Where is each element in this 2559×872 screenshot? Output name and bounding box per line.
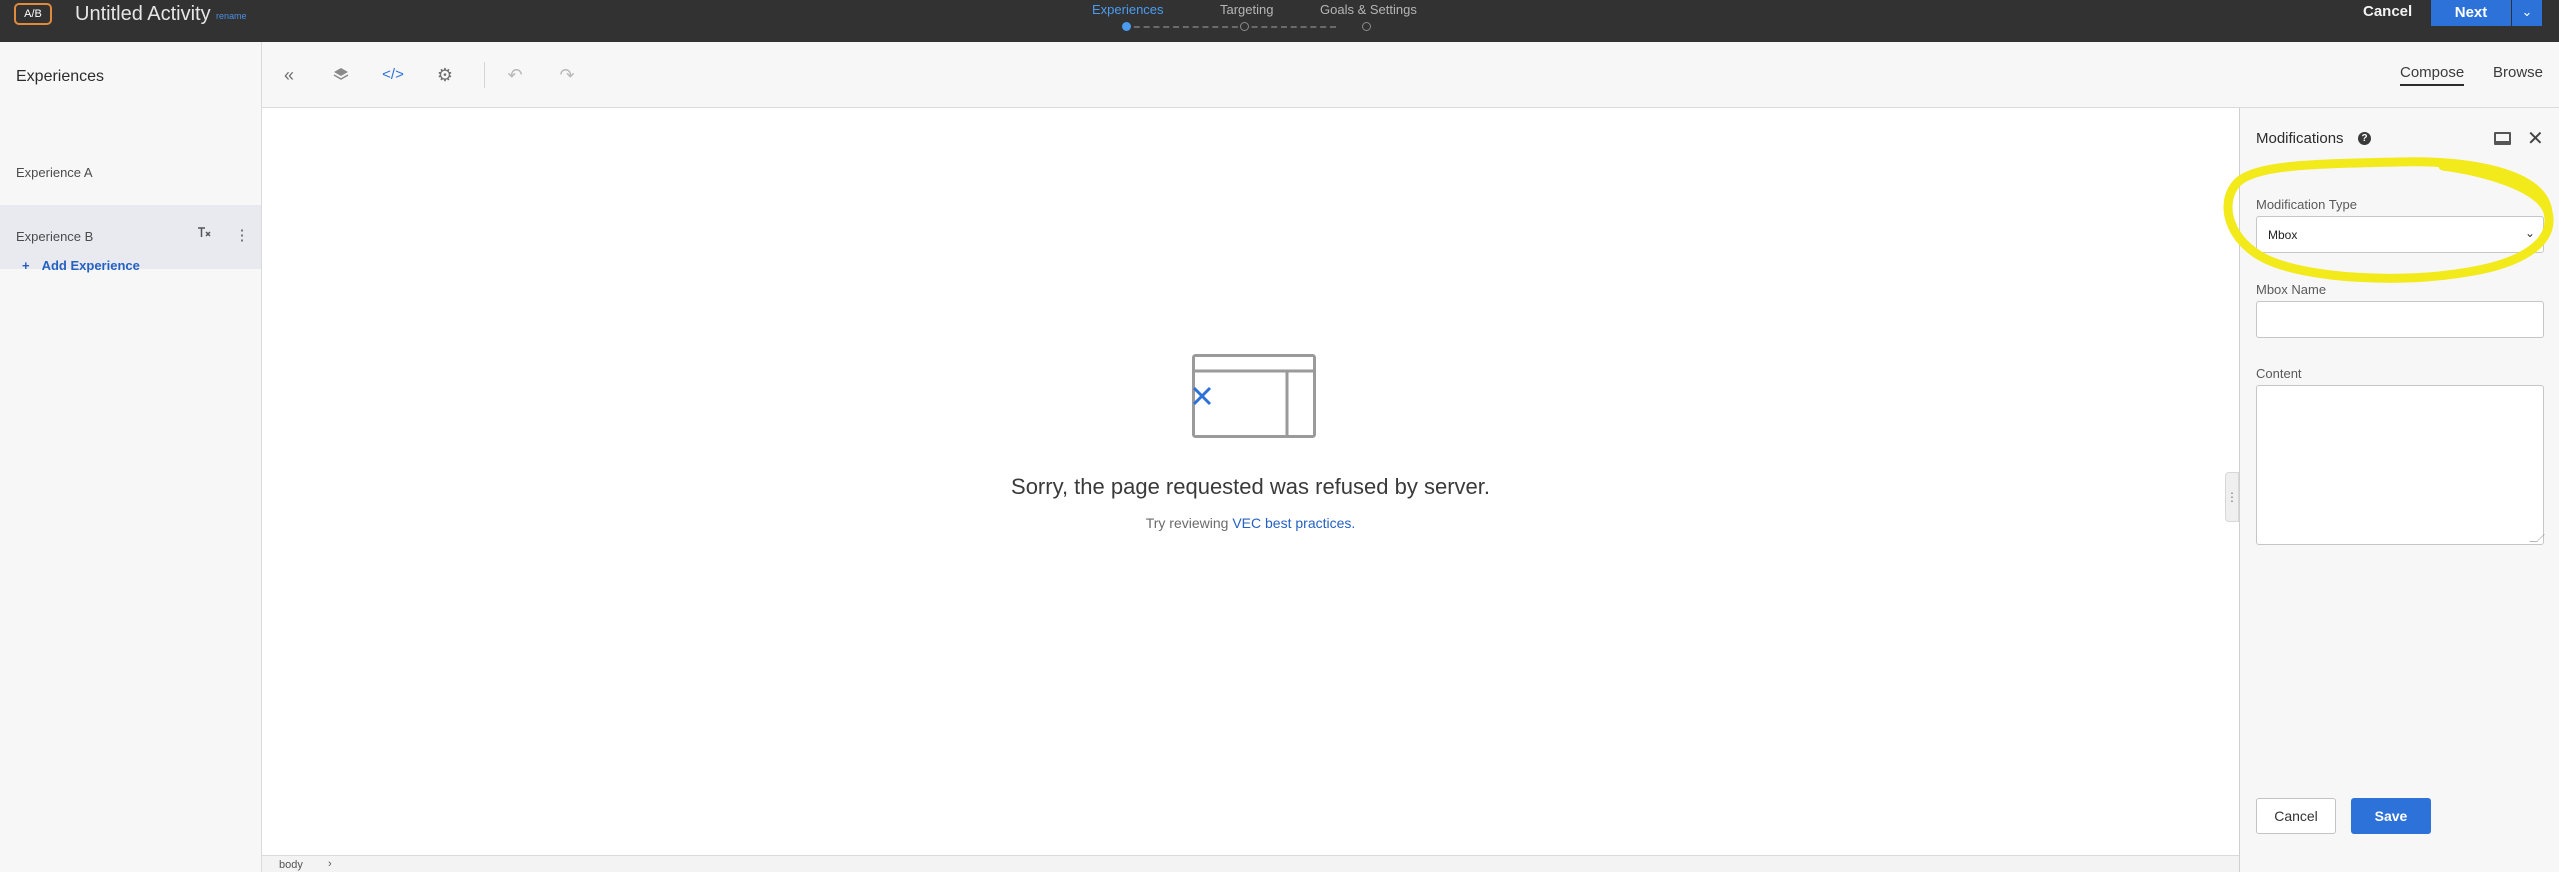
top-cancel-button[interactable]: Cancel (2363, 3, 2412, 20)
experience-label: Experience B (16, 229, 94, 244)
modification-type-select[interactable]: Mbox ⌄ (2256, 216, 2544, 253)
add-experience-button[interactable]: + Add Experience (22, 258, 140, 273)
panel-resize-handle[interactable]: ⋮ (2225, 472, 2239, 522)
step-goals-settings[interactable]: Goals & Settings (1320, 2, 1417, 17)
toolbar-divider (484, 62, 485, 88)
code-icon[interactable]: </> (380, 62, 406, 88)
more-options-icon[interactable]: ⋮ (231, 225, 253, 247)
save-button[interactable]: Save (2351, 798, 2431, 834)
workflow-steps: Experiences Targeting Goals & Settings (1090, 0, 1430, 42)
next-button[interactable]: Next (2431, 0, 2511, 26)
collapse-left-icon[interactable]: « (276, 62, 302, 88)
top-bar: A/B Untitled Activity rename Experiences… (0, 0, 2559, 42)
mbox-name-label: Mbox Name (2256, 282, 2327, 297)
panel-title: Modifications (2256, 130, 2344, 147)
tab-compose[interactable]: Compose (2400, 64, 2465, 86)
modification-type-value: Mbox (2268, 228, 2298, 242)
chevron-right-icon: › (328, 858, 332, 870)
content-textarea[interactable] (2256, 385, 2545, 545)
hint-prefix: Try reviewing (1145, 515, 1229, 531)
activity-type-badge: A/B (14, 3, 52, 25)
layers-glyph (333, 68, 349, 80)
gear-icon[interactable]: ⚙ (432, 62, 458, 88)
page-refused-icon (1192, 354, 1316, 438)
add-experience-label: Add Experience (41, 258, 140, 273)
redo-icon[interactable]: ↷ (554, 62, 580, 88)
path-segment-body[interactable]: body (279, 859, 303, 871)
step-dot-experiences[interactable] (1122, 22, 1131, 31)
rename-experience-icon[interactable] (193, 225, 215, 247)
step-experiences[interactable]: Experiences (1092, 2, 1164, 17)
modification-type-label: Modification Type (2256, 197, 2357, 212)
vec-best-practices-link[interactable]: VEC best practices. (1232, 515, 1355, 531)
step-targeting[interactable]: Targeting (1220, 2, 1273, 17)
refused-hint: Try reviewing VEC best practices. (262, 515, 2239, 531)
tab-browse[interactable]: Browse (2493, 64, 2543, 84)
content-label: Content (2256, 366, 2302, 381)
undo-icon[interactable]: ↶ (502, 62, 528, 88)
plus-icon: + (22, 258, 30, 273)
step-dot-targeting[interactable] (1240, 22, 1249, 31)
next-menu-chevron-down-icon[interactable]: ⌄ (2512, 0, 2542, 26)
refused-message: Sorry, the page requested was refused by… (1011, 474, 1490, 499)
experience-item-a[interactable]: Experience A (0, 141, 261, 205)
mbox-name-input[interactable] (2256, 301, 2544, 338)
help-icon[interactable]: ? (2358, 132, 2371, 145)
layers-icon[interactable] (328, 62, 354, 88)
experiences-sidebar: Experiences Experience A Experience B ⋮ … (0, 42, 262, 872)
chevron-down-icon: ⌄ (2524, 226, 2535, 240)
cancel-button[interactable]: Cancel (2256, 798, 2336, 834)
modifications-panel: Modifications ? ✕ Modification Type Mbox… (2239, 108, 2559, 872)
text-cursor-icon (198, 227, 211, 237)
steps-connector (1124, 26, 1336, 28)
activity-title[interactable]: Untitled Activity (75, 3, 211, 26)
dock-panel-icon[interactable] (2494, 132, 2511, 145)
close-icon[interactable]: ✕ (2527, 126, 2544, 151)
editor-toolbar: « </> ⚙ ↶ ↷ Compose Browse (262, 42, 2559, 108)
resize-grip-icon[interactable] (2529, 534, 2545, 542)
step-dot-goals-settings[interactable] (1362, 22, 1371, 31)
rename-link[interactable]: rename (216, 11, 247, 21)
sidebar-title: Experiences (16, 68, 105, 85)
experience-label: Experience A (16, 165, 93, 180)
page-canvas: Sorry, the page requested was refused by… (262, 108, 2239, 855)
element-path-bar: body › (262, 855, 2239, 872)
